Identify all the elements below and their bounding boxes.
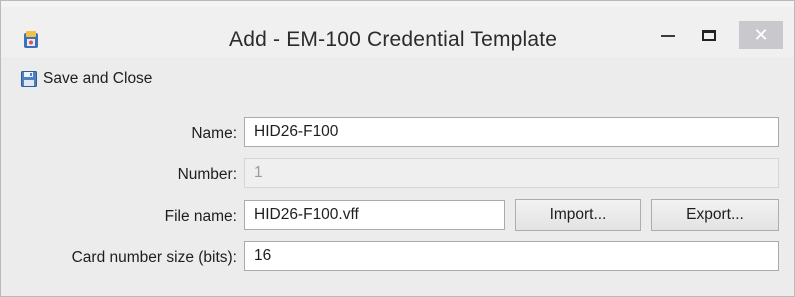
window-title: Add - EM-100 Credential Template: [229, 28, 558, 51]
credential-template-window: Add - EM-100 Credential Template ✕ Save …: [0, 0, 795, 297]
name-label: Name:: [191, 125, 237, 142]
app-icon: [24, 31, 38, 48]
file-name-input[interactable]: HID26-F100.vff: [244, 200, 505, 230]
close-button[interactable]: ✕: [739, 21, 783, 49]
save-and-close-button[interactable]: Save and Close: [21, 63, 152, 95]
card-number-size-label: Card number size (bits):: [71, 249, 237, 266]
file-name-label: File name:: [164, 208, 237, 225]
minimize-button[interactable]: [649, 21, 687, 49]
number-label: Number:: [177, 166, 237, 183]
save-and-close-label: Save and Close: [43, 70, 153, 87]
number-input: 1: [244, 158, 779, 188]
maximize-icon: [702, 29, 716, 41]
toolbar: Save and Close: [1, 59, 794, 99]
title-bar[interactable]: Add - EM-100 Credential Template ✕: [1, 7, 794, 57]
export-button[interactable]: Export...: [651, 199, 779, 231]
minimize-icon: [661, 35, 675, 37]
card-number-size-input[interactable]: 16: [244, 241, 779, 271]
import-button[interactable]: Import...: [515, 199, 641, 231]
floppy-disk-icon: [21, 71, 37, 87]
name-input[interactable]: HID26-F100: [244, 117, 779, 147]
close-icon: ✕: [753, 24, 769, 45]
maximize-button[interactable]: [689, 21, 729, 49]
